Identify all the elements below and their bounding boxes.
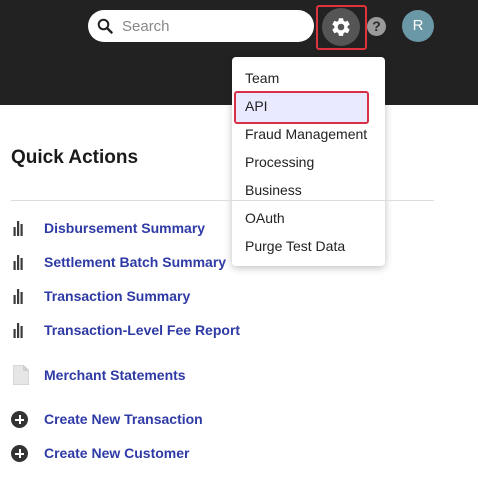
link-disbursement-summary[interactable]: Disbursement Summary (44, 220, 205, 236)
settings-dropdown-menu: Team API Fraud Management Processing Bus… (232, 57, 385, 266)
settings-button[interactable] (322, 8, 360, 46)
report-icon (13, 289, 23, 304)
link-transaction-level-fee-report[interactable]: Transaction-Level Fee Report (44, 322, 240, 338)
gear-icon (332, 18, 350, 36)
document-icon (13, 365, 29, 385)
menu-item-oauth[interactable]: OAuth (245, 209, 285, 227)
menu-item-business[interactable]: Business (245, 181, 302, 199)
settings-button-highlight (316, 5, 367, 50)
link-create-new-transaction[interactable]: Create New Transaction (44, 411, 203, 427)
search-input[interactable] (122, 15, 302, 37)
report-icon (13, 221, 23, 236)
menu-item-api[interactable]: API (245, 97, 268, 115)
help-icon[interactable]: ? (367, 17, 386, 36)
search-box[interactable] (88, 10, 314, 42)
search-icon (97, 18, 113, 34)
report-icon (13, 323, 23, 338)
report-icon (13, 255, 23, 270)
menu-item-fraud-management[interactable]: Fraud Management (245, 125, 367, 143)
link-settlement-batch-summary[interactable]: Settlement Batch Summary (44, 254, 226, 270)
menu-item-team[interactable]: Team (245, 69, 279, 87)
plus-circle-icon (11, 445, 28, 462)
link-create-new-customer[interactable]: Create New Customer (44, 445, 190, 461)
page-title: Quick Actions (11, 147, 139, 168)
divider (11, 200, 434, 201)
avatar[interactable]: R (402, 10, 434, 42)
link-merchant-statements[interactable]: Merchant Statements (44, 367, 186, 383)
menu-item-processing[interactable]: Processing (245, 153, 314, 171)
plus-circle-icon (11, 411, 28, 428)
menu-item-purge-test-data[interactable]: Purge Test Data (245, 237, 345, 255)
link-transaction-summary[interactable]: Transaction Summary (44, 288, 190, 304)
